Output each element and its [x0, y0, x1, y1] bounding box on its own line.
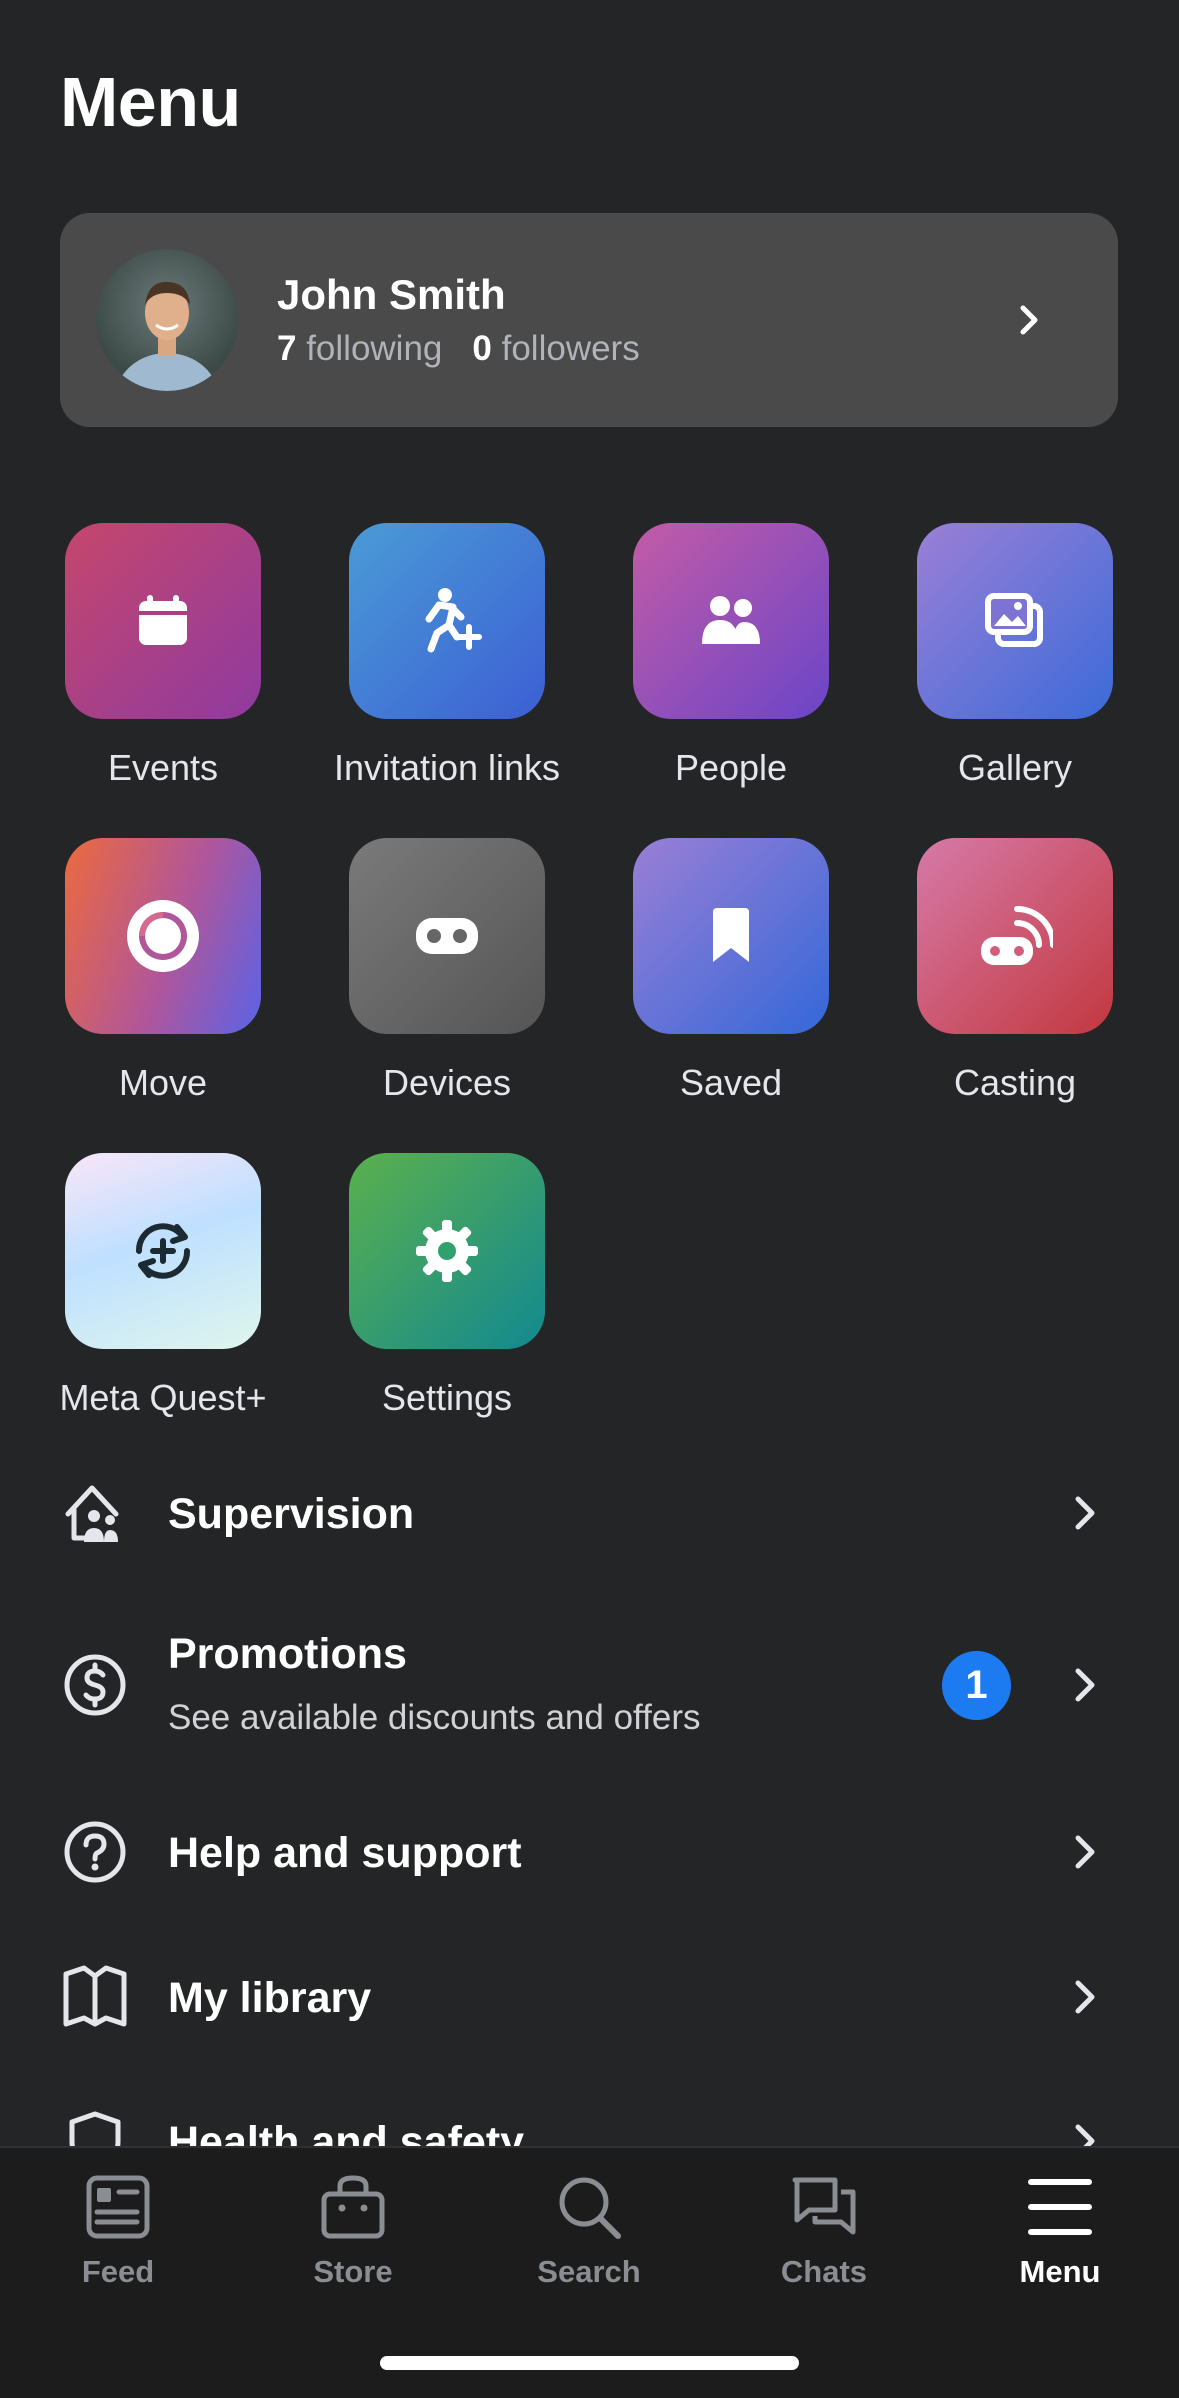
invitation-links-label: Invitation links	[333, 747, 561, 788]
followers-label: followers	[501, 329, 640, 368]
chevron-right-icon	[1075, 1668, 1095, 1702]
hamburger-menu-icon	[1028, 2179, 1092, 2235]
tab-menu[interactable]: Menu	[942, 2172, 1178, 2290]
help-support-row[interactable]: Help and support	[0, 1819, 1179, 1885]
devices-tile[interactable]: Devices	[305, 838, 589, 1104]
settings-tile[interactable]: Settings	[305, 1153, 589, 1419]
supervision-row[interactable]: Supervision	[0, 1480, 1179, 1546]
followers-count: 0	[472, 329, 492, 368]
promotions-badge: 1	[942, 1651, 1011, 1720]
home-indicator[interactable]	[380, 2356, 799, 2370]
casting-label: Casting	[953, 1062, 1077, 1103]
tab-store-label: Store	[313, 2254, 393, 2289]
devices-label: Devices	[382, 1062, 512, 1103]
people-label: People	[674, 747, 788, 788]
health-safety-title: Health and safety	[168, 2118, 525, 2148]
headset-icon	[349, 838, 545, 1034]
quest-plus-icon	[65, 1153, 261, 1349]
invitation-links-tile[interactable]: Invitation links	[305, 523, 589, 789]
events-label: Events	[107, 747, 219, 788]
casting-tile[interactable]: Casting	[873, 838, 1157, 1104]
events-tile[interactable]: Events	[21, 523, 305, 789]
tab-feed[interactable]: Feed	[0, 2172, 236, 2290]
search-icon	[559, 2177, 621, 2239]
help-support-title: Help and support	[168, 1829, 522, 1877]
chevron-right-icon	[1075, 2124, 1095, 2148]
promotions-subtitle: See available discounts and offers	[168, 1698, 701, 1737]
casting-icon	[917, 838, 1113, 1034]
shield-icon	[69, 2111, 121, 2148]
chevron-right-icon	[1075, 1835, 1095, 1869]
calendar-icon	[65, 523, 261, 719]
promotions-title: Promotions	[168, 1630, 407, 1678]
people-tile[interactable]: People	[589, 523, 873, 789]
chevron-right-icon	[1075, 1980, 1095, 2014]
profile-name: John Smith	[277, 271, 506, 318]
move-label: Move	[118, 1062, 208, 1103]
saved-tile[interactable]: Saved	[589, 838, 873, 1104]
supervision-title: Supervision	[168, 1490, 415, 1538]
move-ring-icon	[65, 838, 261, 1034]
gallery-tile[interactable]: Gallery	[873, 523, 1157, 789]
bookmark-icon	[633, 838, 829, 1034]
meta-quest-plus-label: Meta Quest+	[59, 1377, 267, 1418]
gallery-icon	[917, 523, 1113, 719]
store-bag-icon	[321, 2175, 385, 2239]
tab-store[interactable]: Store	[235, 2172, 471, 2290]
health-safety-row[interactable]: Health and safety	[0, 2108, 1179, 2148]
settings-label: Settings	[381, 1377, 513, 1418]
question-circle-icon	[64, 1821, 126, 1883]
gallery-label: Gallery	[957, 747, 1073, 788]
tab-feed-label: Feed	[81, 2254, 155, 2289]
my-library-row[interactable]: My library	[0, 1964, 1179, 2030]
chevron-right-icon	[1020, 305, 1038, 335]
following-label: following	[306, 329, 443, 368]
promotions-row[interactable]: Promotions See available discounts and o…	[0, 1630, 1179, 1740]
profile-stats: 7 following 0 followers	[277, 329, 640, 369]
people-icon	[633, 523, 829, 719]
tab-search[interactable]: Search	[471, 2172, 707, 2290]
person-add-icon	[349, 523, 545, 719]
tab-search-label: Search	[537, 2254, 641, 2289]
chats-icon	[792, 2177, 856, 2235]
my-library-title: My library	[168, 1974, 372, 2022]
tab-chats-label: Chats	[780, 2254, 868, 2289]
book-icon	[63, 1965, 127, 2027]
feed-icon	[86, 2175, 150, 2239]
avatar	[96, 249, 238, 391]
gear-icon	[349, 1153, 545, 1349]
profile-card[interactable]: John Smith 7 following 0 followers	[60, 213, 1118, 427]
following-count: 7	[277, 329, 297, 368]
chevron-right-icon	[1075, 1496, 1095, 1530]
tab-chats[interactable]: Chats	[706, 2172, 942, 2290]
move-tile[interactable]: Move	[21, 838, 305, 1104]
tab-menu-label: Menu	[1019, 2254, 1101, 2289]
saved-label: Saved	[679, 1062, 783, 1103]
home-people-icon	[65, 1485, 119, 1542]
meta-quest-plus-tile[interactable]: Meta Quest+	[21, 1153, 305, 1419]
dollar-circle-icon	[64, 1654, 126, 1716]
page-title: Menu	[60, 63, 241, 141]
